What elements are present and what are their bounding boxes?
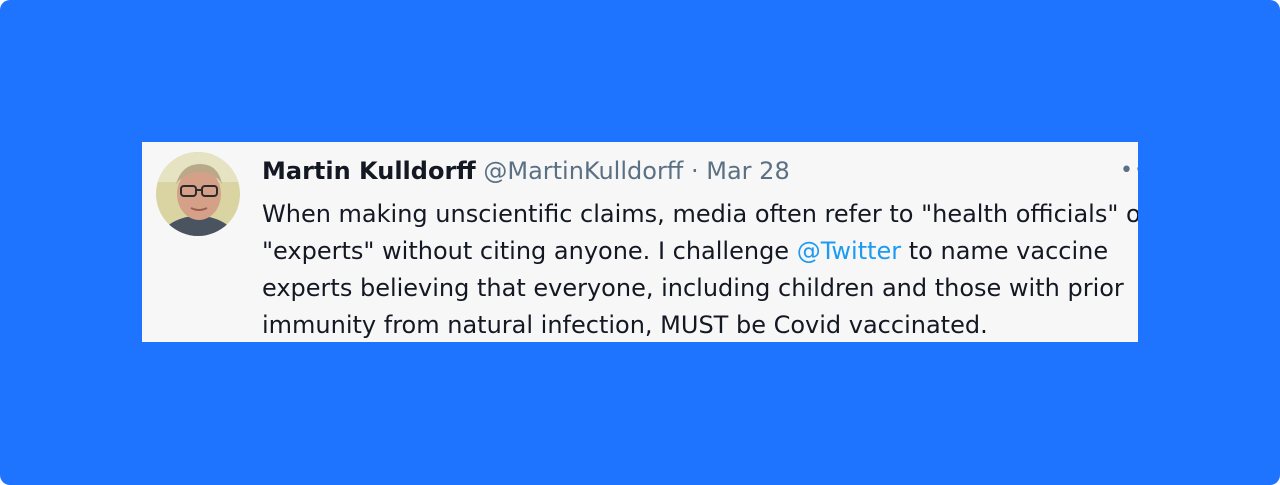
ellipsis-icon[interactable]: ••	[1120, 160, 1138, 182]
tweet-text: When making unscientific claims, media o…	[262, 196, 1138, 342]
header-separator: ·	[690, 157, 699, 185]
background: Martin Kulldorff @MartinKulldorff · Mar …	[0, 0, 1280, 485]
tweet-text-line: immunity from natural infection, MUST be…	[262, 311, 988, 339]
user-handle[interactable]: @MartinKulldorff	[483, 157, 683, 185]
tweet-date[interactable]: Mar 28	[706, 157, 789, 185]
tweet-text-line: When making unscientific claims, media o…	[262, 200, 1138, 228]
tweet-header: Martin Kulldorff @MartinKulldorff · Mar …	[262, 156, 790, 186]
tweet-text-segment: to name vaccine	[901, 237, 1109, 265]
mention-link[interactable]: @Twitter	[797, 237, 901, 265]
avatar[interactable]	[156, 152, 240, 236]
tweet-text-segment: "experts" without citing anyone. I chall…	[262, 237, 797, 265]
tweet-card[interactable]: Martin Kulldorff @MartinKulldorff · Mar …	[142, 142, 1138, 342]
tweet-text-line: experts believing that everyone, includi…	[262, 274, 1124, 302]
profile-photo-icon	[156, 152, 240, 236]
display-name[interactable]: Martin Kulldorff	[262, 157, 476, 185]
tweet-text-line: "experts" without citing anyone. I chall…	[262, 233, 1132, 270]
